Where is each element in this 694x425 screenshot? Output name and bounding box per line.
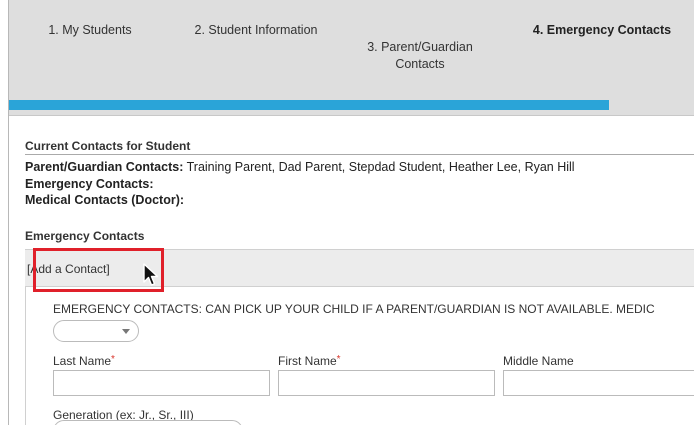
- medical-contacts-line: Medical Contacts (Doctor):: [25, 193, 184, 207]
- step-label: 4. Emergency Contacts: [532, 23, 672, 37]
- parent-guardian-contacts-line: Parent/Guardian Contacts: Training Paren…: [25, 160, 575, 174]
- chevron-down-icon: [122, 329, 130, 334]
- generation-select[interactable]: [53, 420, 243, 425]
- step-label: 1. My Students: [48, 23, 132, 37]
- wizard-progress-bar: [9, 100, 694, 110]
- medical-contacts-label: Medical Contacts (Doctor):: [25, 193, 185, 207]
- last-name-input[interactable]: [53, 370, 270, 396]
- section-divider: [25, 154, 694, 155]
- parent-guardian-contacts-value: Training Parent, Dad Parent, Stepdad Stu…: [183, 160, 575, 174]
- emergency-contacts-heading: Emergency Contacts: [25, 229, 145, 243]
- first-name-input[interactable]: [278, 370, 495, 396]
- step-emergency-contacts[interactable]: 4. Emergency Contacts: [517, 22, 687, 39]
- last-name-label: Last Name*: [53, 354, 115, 368]
- mouse-pointer-icon: [143, 263, 159, 286]
- required-marker: *: [336, 354, 341, 365]
- middle-name-label: Middle Name: [503, 354, 574, 368]
- step-label: 2. Student Information: [194, 23, 318, 37]
- page-frame: 1. My Students 2. Student Information 3.…: [8, 0, 694, 425]
- step-parent-guardian-contacts[interactable]: 3. Parent/Guardian Contacts: [359, 22, 481, 73]
- step-student-information[interactable]: 2. Student Information: [181, 22, 331, 39]
- current-contacts-heading: Current Contacts for Student: [25, 139, 191, 153]
- required-marker: *: [111, 354, 115, 365]
- middle-name-label-text: Middle Name: [503, 354, 574, 368]
- parent-guardian-contacts-label: Parent/Guardian Contacts:: [25, 160, 184, 174]
- emergency-contacts-line: Emergency Contacts:: [25, 177, 154, 191]
- wizard-progress-fill: [9, 100, 610, 110]
- first-name-label: First Name*: [278, 354, 341, 368]
- step-label: 3. Parent/Guardian Contacts: [367, 40, 473, 71]
- step-my-students[interactable]: 1. My Students: [35, 22, 145, 39]
- emergency-contacts-label: Emergency Contacts:: [25, 177, 154, 191]
- emergency-contacts-notice: EMERGENCY CONTACTS: CAN PICK UP YOUR CHI…: [53, 302, 655, 316]
- middle-name-input[interactable]: [503, 370, 694, 396]
- first-name-label-text: First Name: [278, 354, 337, 368]
- contact-type-select[interactable]: [53, 320, 139, 342]
- wizard-step-bar: 1. My Students 2. Student Information 3.…: [9, 0, 694, 116]
- last-name-label-text: Last Name: [53, 354, 112, 368]
